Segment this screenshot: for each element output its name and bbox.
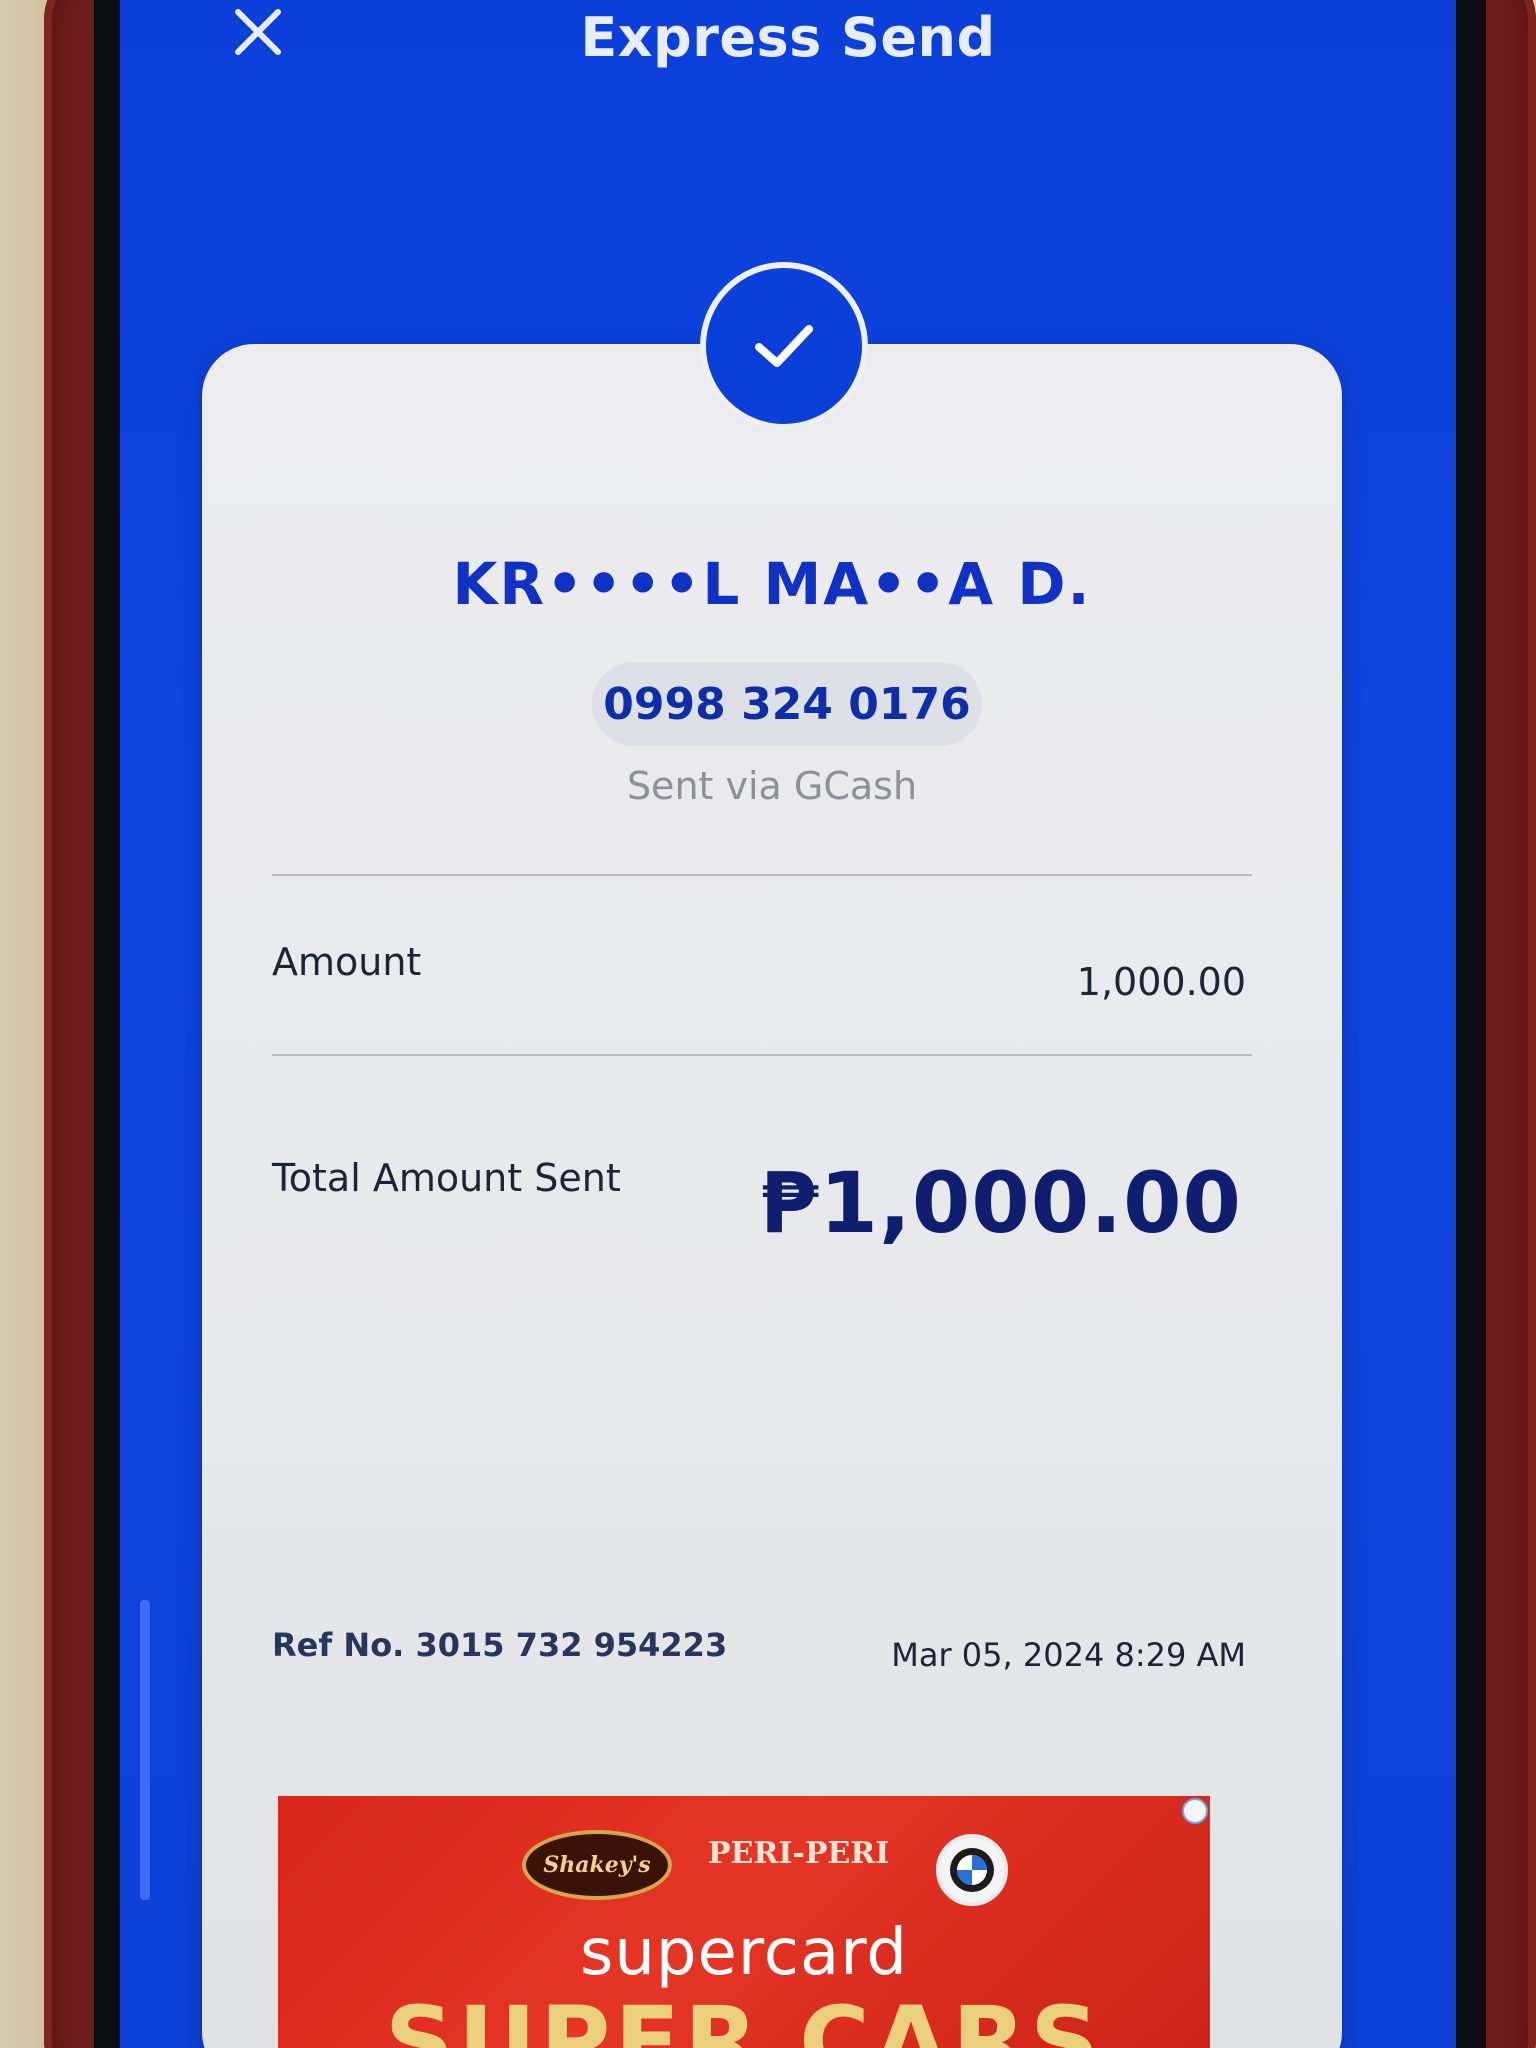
ad-info-icon[interactable]: [1182, 1798, 1208, 1824]
total-amount-label: Total Amount Sent: [272, 1156, 621, 1200]
divider: [272, 1054, 1252, 1056]
side-edge-tab: [140, 1600, 150, 1900]
promo-headline: SUPER CARS: [384, 1986, 1104, 2048]
transaction-datetime: Mar 05, 2024 8:29 AM: [891, 1636, 1246, 1674]
photo-scene: Express Send KR••••L MA••A D. 0998 324 0…: [0, 0, 1536, 2048]
recipient-name: KR••••L MA••A D.: [452, 550, 1092, 618]
total-amount-value: ₱1,000.00: [760, 1154, 1242, 1252]
checkmark-icon: [755, 325, 813, 367]
recipient-phone: 0998 324 0176: [603, 678, 971, 730]
amount-value: 1,000.00: [1076, 960, 1246, 1004]
supercard-brand: supercard: [579, 1916, 909, 1990]
peri-peri-logo: PERI-PERI: [708, 1836, 890, 1871]
bmw-logo-icon: [936, 1834, 1008, 1906]
receipt-card: KR••••L MA••A D. 0998 324 0176 Sent via …: [202, 344, 1342, 2048]
amount-label: Amount: [272, 940, 422, 984]
reference-number[interactable]: Ref No. 3015 732 954223: [272, 1626, 727, 1664]
promo-banner[interactable]: Shakey's PERI-PERI supercard SUPER CARS: [278, 1796, 1210, 2048]
sent-via-text: Sent via GCash: [626, 764, 918, 808]
page-title: Express Send: [580, 6, 996, 69]
divider: [272, 874, 1252, 876]
reference-row: Ref No. 3015 732 954223 Mar 05, 2024 8:2…: [272, 1626, 1246, 1686]
recipient-phone-badge: 0998 324 0176: [592, 662, 982, 746]
success-badge: [700, 262, 868, 430]
shakeys-logo: Shakey's: [522, 1830, 672, 1900]
app-header: Express Send: [120, 0, 1456, 90]
app-screen: Express Send KR••••L MA••A D. 0998 324 0…: [120, 0, 1456, 2048]
